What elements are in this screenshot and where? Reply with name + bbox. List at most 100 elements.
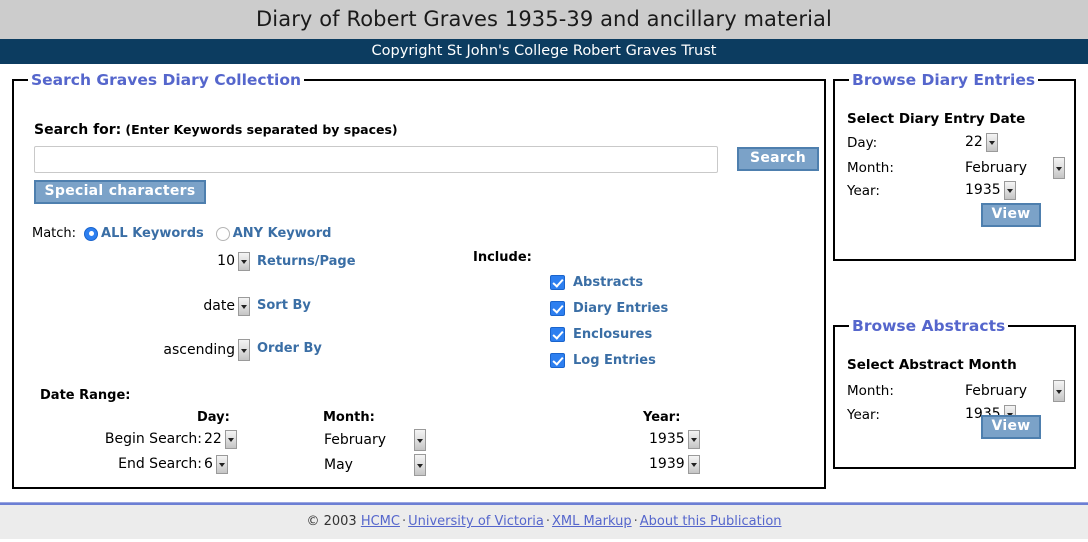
chevron-down-icon[interactable] [1053,157,1065,179]
include-diary-entries[interactable]: Diary Entries [550,295,668,321]
diary-day-select[interactable]: 22 [965,133,999,152]
sort-by-value: date [203,298,235,314]
include-enclosures-label[interactable]: Enclosures [573,327,652,342]
chevron-down-icon[interactable] [414,454,426,476]
begin-year-select[interactable]: 1935 [649,430,701,449]
radio-all-keywords-label[interactable]: ALL Keywords [101,226,204,241]
chevron-down-icon[interactable] [1003,181,1016,200]
order-by-row: ascending [122,339,250,361]
returns-per-page-select[interactable]: 10 [217,252,250,271]
date-range-month-header: Month: [323,410,375,425]
end-year-select[interactable]: 1939 [649,455,701,474]
end-month-cell: May [324,454,426,476]
begin-month-value: February [324,432,387,448]
checkbox-log-entries[interactable] [550,352,565,368]
checkbox-diary-entries[interactable] [550,300,565,316]
sort-by-label: Sort By [257,298,311,313]
search-input[interactable] [34,146,718,173]
date-range-title: Date Range: [40,388,131,403]
chevron-down-icon[interactable] [687,430,700,449]
diary-month-select[interactable]: February [965,157,1065,179]
footer-separator: · [545,514,550,529]
begin-month-cell: February [324,429,426,451]
footer-separator: · [401,514,407,529]
date-range-year-header: Year: [643,410,681,425]
abstract-year-label: Year: [847,406,880,423]
begin-year-value: 1935 [649,431,685,447]
diary-month-label: Month: [847,160,894,176]
search-column: Search Graves Diary Collection Search fo… [12,71,826,489]
chevron-down-icon[interactable] [238,339,250,361]
end-day-cell: 6 [204,455,238,474]
include-enclosures[interactable]: Enclosures [550,321,668,347]
abstract-month-select[interactable]: February [965,380,1065,402]
order-by-value: ascending [163,342,235,358]
chevron-down-icon[interactable] [215,455,228,474]
chevron-down-icon[interactable] [238,252,250,271]
abstract-month-label: Month: [847,383,894,399]
end-year-value: 1939 [649,456,685,472]
browse-abstracts-legend: Browse Abstracts [852,317,1006,335]
order-by-label: Order By [257,341,322,356]
match-row: Match: ALL Keywords ANY Keyword [32,226,343,241]
footer: © 2003 HCMC · University of Victoria · XML M… [0,505,1088,539]
footer-link-about-this-publication[interactable]: About this Publication [640,514,782,529]
search-for-label-row: Search for: (Enter Keywords separated by… [34,122,398,138]
end-day-value: 6 [204,456,213,472]
include-abstracts[interactable]: Abstracts [550,269,668,295]
include-diary-entries-label[interactable]: Diary Entries [573,301,668,316]
chevron-down-icon[interactable] [238,297,250,316]
special-characters-button[interactable]: Special characters [34,180,206,204]
date-range-day-header: Day: [197,410,230,425]
footer-link-university-of-victoria[interactable]: University of Victoria [408,514,544,529]
chevron-down-icon[interactable] [414,429,426,451]
include-abstracts-label[interactable]: Abstracts [573,275,643,290]
end-search-label: End Search: [118,456,202,472]
end-day-select[interactable]: 6 [204,455,238,474]
search-for-hint: (Enter Keywords separated by spaces) [125,122,398,137]
radio-all-keywords[interactable] [84,226,99,241]
checkbox-abstracts[interactable] [550,274,565,290]
diary-month-row: Month: February [847,157,1065,179]
browse-abstracts-panel: Browse Abstracts Select Abstract Month M… [833,317,1076,469]
begin-day-select[interactable]: 22 [204,430,238,449]
end-month-value: May [324,457,353,473]
returns-per-page-value: 10 [217,253,235,269]
diary-day-row: Day: 22 [847,133,1065,152]
footer-link-hcmc[interactable]: HCMC [361,514,400,529]
returns-per-page-row: 10 [140,252,250,271]
search-button[interactable]: Search [737,147,819,171]
page-body: Search Graves Diary Collection Search fo… [0,64,1088,502]
checkbox-enclosures[interactable] [550,326,565,342]
include-label: Include: [473,250,532,265]
select-abstract-month-heading: Select Abstract Month [847,357,1017,373]
diary-year-value: 1935 [965,182,1001,198]
returns-per-page-label: Returns/Page [257,254,356,269]
order-by-select[interactable]: ascending [163,339,250,361]
diary-year-select[interactable]: 1935 [965,181,1017,200]
diary-view-button[interactable]: View [981,203,1041,227]
page-title: Diary of Robert Graves 1935-39 and ancil… [0,0,1088,39]
diary-day-label: Day: [847,134,878,151]
begin-search-label: Begin Search: [104,431,202,447]
diary-month-value: February [965,160,1028,176]
end-month-select[interactable]: May [324,454,426,476]
chevron-down-icon[interactable] [224,430,237,449]
abstract-view-button[interactable]: View [981,415,1041,439]
copyright-banner: Copyright St John's College Robert Grave… [0,39,1088,64]
include-log-entries-label[interactable]: Log Entries [573,353,656,368]
end-year-cell: 1939 [649,455,701,474]
radio-any-keyword[interactable] [215,226,230,241]
chevron-down-icon[interactable] [985,133,998,152]
radio-any-keyword-label[interactable]: ANY Keyword [233,226,332,241]
chevron-down-icon[interactable] [687,455,700,474]
diary-view-container: View [981,203,1041,227]
match-label: Match: [32,226,77,241]
browse-diary-entries-legend: Browse Diary Entries [852,71,1036,89]
footer-link-xml-markup[interactable]: XML Markup [552,514,632,529]
abstract-month-value: February [965,383,1028,399]
chevron-down-icon[interactable] [1053,380,1065,402]
include-log-entries[interactable]: Log Entries [550,347,668,373]
begin-month-select[interactable]: February [324,429,426,451]
sort-by-select[interactable]: date [203,297,250,316]
